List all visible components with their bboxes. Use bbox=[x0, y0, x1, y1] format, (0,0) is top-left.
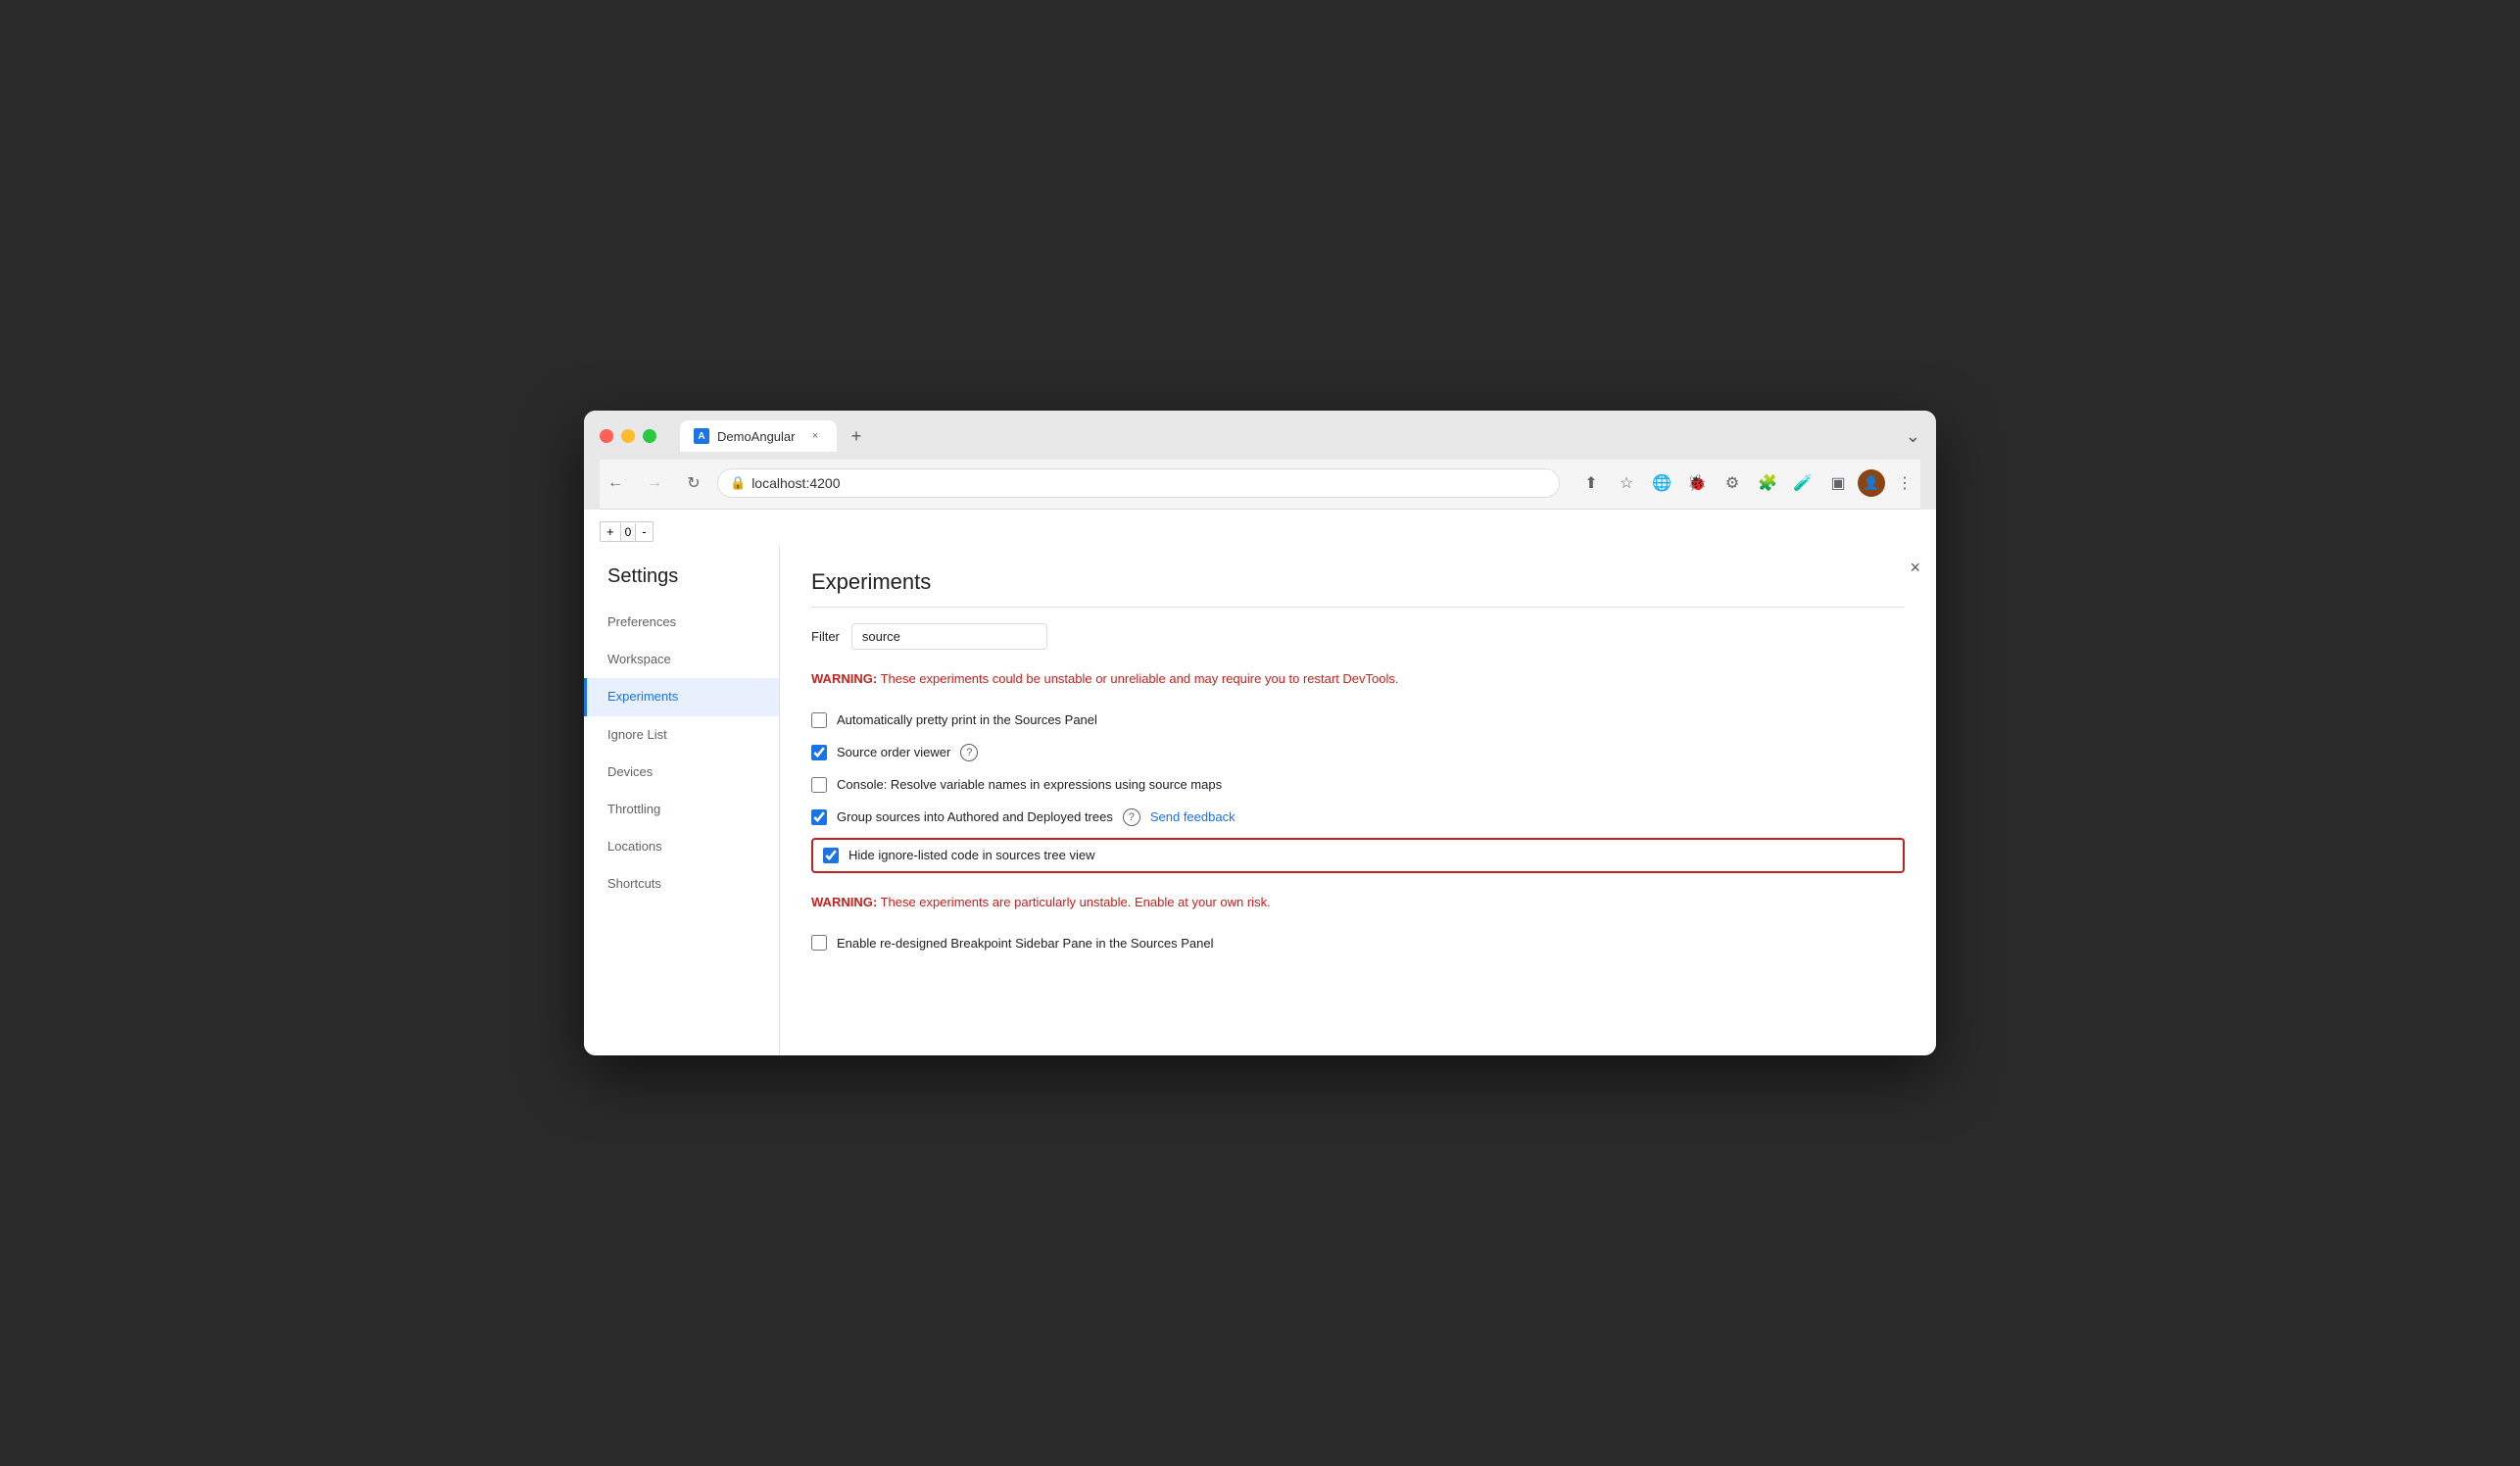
experiment-pretty-print: Automatically pretty print in the Source… bbox=[811, 705, 1905, 736]
title-bar: A DemoAngular × + ⌄ bbox=[600, 420, 1920, 452]
checkbox-group-sources[interactable] bbox=[811, 809, 827, 825]
puzzle-icon[interactable]: 🧩 bbox=[1752, 467, 1783, 499]
settings-container: × Settings Preferences Workspace Experim… bbox=[584, 546, 1936, 1055]
sidebar-item-locations[interactable]: Locations bbox=[584, 828, 779, 865]
new-tab-button[interactable]: + bbox=[843, 422, 870, 450]
address-bar[interactable]: 🔒 localhost:4200 bbox=[717, 468, 1560, 498]
back-button[interactable]: ← bbox=[600, 467, 631, 499]
tab-title: DemoAngular bbox=[717, 429, 796, 444]
sidebar-item-shortcuts[interactable]: Shortcuts bbox=[584, 865, 779, 903]
tab-close-button[interactable]: × bbox=[807, 428, 823, 444]
devtools-icon[interactable]: ⚙ bbox=[1717, 467, 1748, 499]
tab-favicon: A bbox=[694, 428, 709, 444]
forward-button[interactable]: → bbox=[639, 467, 670, 499]
sidebar-icon[interactable]: ▣ bbox=[1822, 467, 1854, 499]
profile-avatar[interactable]: 👤 bbox=[1858, 469, 1885, 497]
warning-2-body: These experiments are particularly unsta… bbox=[877, 895, 1271, 909]
filter-row: Filter bbox=[811, 623, 1905, 650]
label-source-order: Source order viewer bbox=[837, 745, 950, 759]
minimize-window-button[interactable] bbox=[621, 429, 635, 443]
refresh-button[interactable]: ↻ bbox=[678, 467, 709, 499]
warning-1-prefix: WARNING: bbox=[811, 671, 877, 686]
earth-icon[interactable]: 🌐 bbox=[1646, 467, 1677, 499]
checkbox-pretty-print[interactable] bbox=[811, 712, 827, 728]
page-title: Experiments bbox=[811, 569, 1905, 608]
filter-label: Filter bbox=[811, 629, 840, 644]
content-area: + 0 - × Settings Preferences Workspace E… bbox=[584, 510, 1936, 1055]
warning-text-1: WARNING: These experiments could be unst… bbox=[811, 669, 1905, 689]
checkbox-hide-ignore[interactable] bbox=[823, 848, 839, 863]
help-icon-group-sources[interactable]: ? bbox=[1123, 808, 1140, 826]
label-group-sources: Group sources into Authored and Deployed… bbox=[837, 809, 1113, 824]
tab-bar: A DemoAngular × + bbox=[680, 420, 1906, 452]
checkbox-source-order[interactable] bbox=[811, 745, 827, 760]
counter-minus-button[interactable]: - bbox=[636, 522, 652, 541]
experiment-breakpoint-sidebar: Enable re-designed Breakpoint Sidebar Pa… bbox=[811, 927, 1905, 958]
label-breakpoint-sidebar: Enable re-designed Breakpoint Sidebar Pa… bbox=[837, 936, 1213, 951]
settings-title: Settings bbox=[584, 565, 779, 604]
sidebar-item-devices[interactable]: Devices bbox=[584, 754, 779, 791]
window-dropdown-icon[interactable]: ⌄ bbox=[1906, 426, 1920, 447]
toolbar-icons: ⬆ ☆ 🌐 🐞 ⚙ 🧩 🧪 ▣ 👤 ⋮ bbox=[1575, 467, 1920, 499]
warning-text-2: WARNING: These experiments are particula… bbox=[811, 893, 1905, 912]
navigation-bar: ← → ↻ 🔒 localhost:4200 ⬆ ☆ 🌐 🐞 ⚙ 🧩 🧪 ▣ 👤… bbox=[600, 460, 1920, 510]
experiment-group-sources: Group sources into Authored and Deployed… bbox=[811, 801, 1905, 834]
browser-window: A DemoAngular × + ⌄ ← → ↻ 🔒 localhost:42… bbox=[584, 411, 1936, 1055]
menu-icon[interactable]: ⋮ bbox=[1889, 467, 1920, 499]
experiment-hide-ignore: Hide ignore-listed code in sources tree … bbox=[811, 838, 1905, 873]
warning-1-body: These experiments could be unstable or u… bbox=[877, 671, 1398, 686]
browser-chrome: A DemoAngular × + ⌄ ← → ↻ 🔒 localhost:42… bbox=[584, 411, 1936, 510]
experiment-console-resolve: Console: Resolve variable names in expre… bbox=[811, 769, 1905, 801]
secure-icon: 🔒 bbox=[730, 475, 746, 491]
filter-input[interactable] bbox=[851, 623, 1047, 650]
settings-sidebar: Settings Preferences Workspace Experimen… bbox=[584, 546, 780, 1055]
url-text: localhost:4200 bbox=[751, 475, 840, 491]
bug-icon[interactable]: 🐞 bbox=[1681, 467, 1713, 499]
flask-icon[interactable]: 🧪 bbox=[1787, 467, 1818, 499]
close-window-button[interactable] bbox=[600, 429, 613, 443]
sidebar-item-workspace[interactable]: Workspace bbox=[584, 641, 779, 678]
send-feedback-link[interactable]: Send feedback bbox=[1150, 809, 1236, 824]
maximize-window-button[interactable] bbox=[643, 429, 656, 443]
checkbox-breakpoint-sidebar[interactable] bbox=[811, 935, 827, 951]
counter-value: 0 bbox=[620, 523, 637, 541]
label-pretty-print: Automatically pretty print in the Source… bbox=[837, 712, 1097, 727]
traffic-lights bbox=[600, 429, 656, 443]
devtools-counter: + 0 - bbox=[600, 521, 654, 542]
experiment-source-order: Source order viewer ? bbox=[811, 736, 1905, 769]
warning-2-prefix: WARNING: bbox=[811, 895, 877, 909]
label-console-resolve: Console: Resolve variable names in expre… bbox=[837, 777, 1222, 792]
share-icon[interactable]: ⬆ bbox=[1575, 467, 1607, 499]
bookmark-icon[interactable]: ☆ bbox=[1611, 467, 1642, 499]
sidebar-item-throttling[interactable]: Throttling bbox=[584, 791, 779, 828]
label-hide-ignore: Hide ignore-listed code in sources tree … bbox=[848, 848, 1094, 862]
sidebar-item-experiments[interactable]: Experiments bbox=[584, 678, 779, 715]
checkbox-console-resolve[interactable] bbox=[811, 777, 827, 793]
sidebar-item-preferences[interactable]: Preferences bbox=[584, 604, 779, 641]
help-icon-source-order[interactable]: ? bbox=[960, 744, 978, 761]
main-content-area: Experiments Filter WARNING: These experi… bbox=[780, 546, 1936, 1055]
active-tab[interactable]: A DemoAngular × bbox=[680, 420, 837, 452]
settings-close-button[interactable]: × bbox=[1910, 558, 1920, 578]
sidebar-item-ignore-list[interactable]: Ignore List bbox=[584, 716, 779, 754]
counter-plus-button[interactable]: + bbox=[601, 522, 620, 541]
